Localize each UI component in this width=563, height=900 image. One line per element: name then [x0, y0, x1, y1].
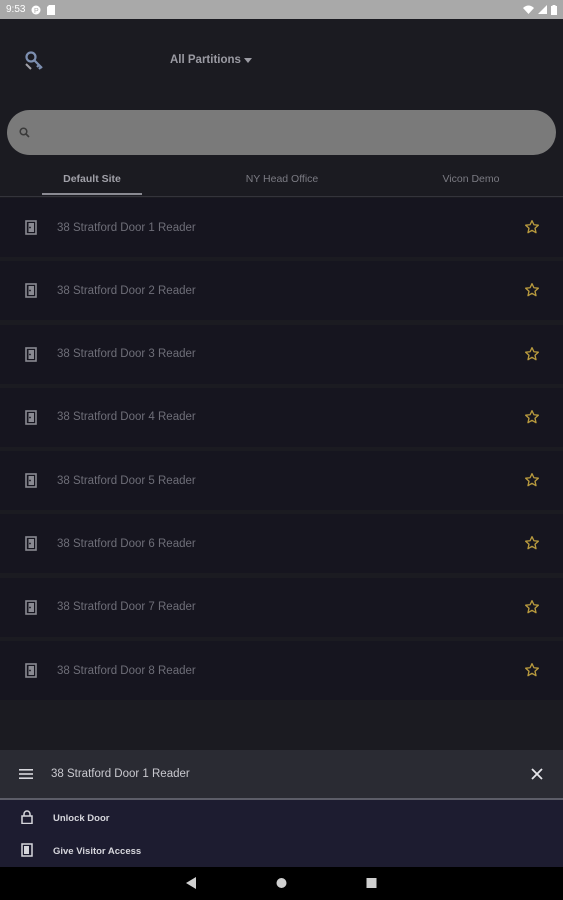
star-icon[interactable]	[524, 409, 540, 425]
search-icon	[19, 127, 30, 138]
give-visitor-access-action[interactable]: Give Visitor Access	[0, 835, 563, 865]
bottom-sheet-header: 38 Stratford Door 1 Reader	[0, 750, 563, 798]
bottom-sheet-actions: Unlock Door Give Visitor Access	[0, 800, 563, 867]
tab-vicon-demo[interactable]: Vicon Demo	[421, 173, 521, 185]
star-icon[interactable]	[524, 282, 540, 298]
status-bar: 9:53 P	[0, 0, 563, 19]
door-row[interactable]: 38 Stratford Door 2 Reader	[0, 261, 563, 321]
star-icon[interactable]	[524, 599, 540, 615]
door-icon	[25, 599, 37, 615]
partition-label: All Partitions	[170, 54, 241, 66]
sd-card-icon	[47, 4, 56, 15]
door-row[interactable]: 38 Stratford Door 8 Reader	[0, 641, 563, 701]
star-icon[interactable]	[524, 662, 540, 678]
door-icon	[25, 220, 37, 235]
signal-icon	[538, 5, 547, 14]
tab-ny-head-office[interactable]: NY Head Office	[232, 173, 332, 185]
recents-icon[interactable]	[366, 877, 377, 889]
door-list: 38 Stratford Door 1 Reader 38 Stratford …	[0, 198, 563, 704]
status-time: 9:53	[6, 4, 26, 15]
partition-dropdown[interactable]: All Partitions	[170, 54, 252, 66]
wifi-icon	[523, 5, 534, 14]
key-logo-icon	[25, 51, 43, 70]
system-nav-bar	[0, 867, 563, 900]
svg-text:P: P	[34, 8, 39, 15]
unlock-door-label: Unlock Door	[53, 813, 110, 824]
door-label: 38 Stratford Door 8 Reader	[57, 664, 196, 677]
search-bar[interactable]	[7, 110, 556, 155]
door-row[interactable]: 38 Stratford Door 6 Reader	[0, 514, 563, 574]
door-row[interactable]: 38 Stratford Door 5 Reader	[0, 451, 563, 511]
active-tab-indicator	[42, 193, 142, 195]
lock-icon	[21, 810, 33, 824]
site-tabs: Default Site NY Head Office Vicon Demo	[0, 163, 563, 197]
unlock-door-action[interactable]: Unlock Door	[0, 802, 563, 832]
door-label: 38 Stratford Door 7 Reader	[57, 601, 196, 614]
door-row[interactable]: 38 Stratford Door 1 Reader	[0, 198, 563, 257]
battery-icon	[551, 4, 557, 15]
door-icon	[25, 283, 37, 299]
star-icon[interactable]	[524, 346, 540, 362]
app-header: All Partitions	[0, 19, 563, 101]
door-label: 38 Stratford Door 1 Reader	[57, 221, 196, 234]
door-row[interactable]: 38 Stratford Door 4 Reader	[0, 387, 563, 447]
bottom-sheet-title: 38 Stratford Door 1 Reader	[51, 768, 190, 780]
door-icon	[25, 473, 37, 488]
door-icon	[25, 536, 37, 552]
door-icon	[25, 410, 37, 425]
door-row[interactable]: 38 Stratford Door 3 Reader	[0, 324, 563, 384]
door-label: 38 Stratford Door 4 Reader	[57, 411, 196, 424]
door-row[interactable]: 38 Stratford Door 7 Reader	[0, 577, 563, 637]
door-label: 38 Stratford Door 5 Reader	[57, 474, 196, 487]
menu-icon[interactable]	[19, 768, 33, 780]
door-label: 38 Stratford Door 2 Reader	[57, 284, 196, 297]
door-label: 38 Stratford Door 6 Reader	[57, 537, 196, 550]
door-icon	[25, 346, 37, 362]
tab-default-site[interactable]: Default Site	[42, 173, 142, 185]
star-icon[interactable]	[524, 219, 540, 235]
search-input[interactable]	[36, 125, 516, 140]
close-icon[interactable]	[531, 768, 543, 780]
door-icon	[25, 663, 37, 678]
home-icon[interactable]	[276, 877, 287, 889]
give-visitor-access-label: Give Visitor Access	[53, 846, 142, 857]
door-label: 38 Stratford Door 3 Reader	[57, 348, 196, 361]
back-icon[interactable]	[186, 877, 197, 889]
app-notification-icon: P	[31, 5, 41, 15]
visitor-door-icon	[21, 843, 33, 857]
star-icon[interactable]	[524, 472, 540, 488]
caret-down-icon	[243, 58, 252, 63]
star-icon[interactable]	[524, 535, 540, 551]
